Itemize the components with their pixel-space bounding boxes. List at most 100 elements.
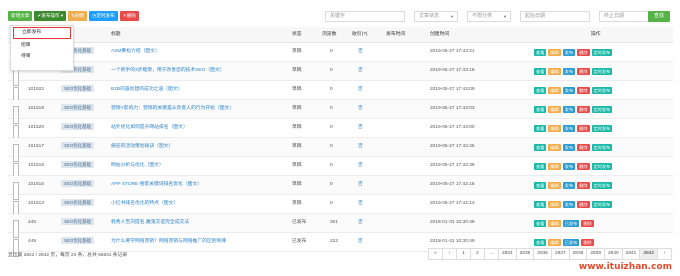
row-action-button[interactable]: 编辑 <box>548 105 561 113</box>
row-action-button[interactable]: 编辑 <box>548 238 561 246</box>
page-link[interactable]: › <box>657 248 672 260</box>
page-link[interactable]: 2 <box>469 248 485 260</box>
row-action-button[interactable]: 发布 <box>562 162 576 170</box>
row-action-button[interactable]: 删除 <box>577 86 590 94</box>
page-link[interactable]: 2836 <box>533 248 552 260</box>
row-action-button[interactable]: 定时发布 <box>591 124 613 132</box>
page-link[interactable]: 2838 <box>568 248 588 260</box>
row-action-button[interactable]: 删除 <box>577 143 590 151</box>
menu-item-publish-now[interactable]: 立即发布 <box>13 27 71 39</box>
page-link[interactable]: 2835 <box>515 248 535 260</box>
row-action-button[interactable]: 定时发布 <box>591 143 613 151</box>
article-title-link[interactable]: 站外优化如何提升网站排名（图文） <box>111 119 188 137</box>
page-link[interactable]: « <box>427 248 443 260</box>
row-action-button[interactable]: 删除 <box>577 200 590 208</box>
row-action-button[interactable]: 删除 <box>577 48 590 56</box>
page-link[interactable]: 2842 <box>639 248 658 260</box>
row-action-button[interactable]: 发布 <box>562 181 576 189</box>
row-action-button[interactable]: 查看 <box>534 124 547 132</box>
row-action-button[interactable]: 定时发布 <box>591 200 613 208</box>
row-action-button[interactable]: 定时发布 <box>591 86 613 94</box>
row-action-button[interactable]: 删除 <box>581 238 594 246</box>
row-action-button[interactable]: 发布 <box>562 143 576 151</box>
row-action-button[interactable]: 查看 <box>534 219 547 227</box>
article-indexed[interactable]: 否 <box>358 43 363 61</box>
row-action-button[interactable]: 编辑 <box>548 200 561 208</box>
article-title-link[interactable]: 营销Y影响力：营销的关键是从改变人的行为开始（图文） <box>111 100 234 118</box>
row-action-button[interactable]: 编辑 <box>548 219 561 227</box>
start-date-input[interactable]: 起始日期 <box>520 11 590 22</box>
article-indexed[interactable]: 否 <box>358 157 363 175</box>
delete-button[interactable]: ✕删除 <box>119 11 139 21</box>
row-action-button[interactable]: 编辑 <box>548 162 561 170</box>
page-link[interactable]: 2841 <box>621 248 641 260</box>
page-link[interactable]: 2839 <box>586 248 605 260</box>
row-action-button[interactable]: 删除 <box>577 124 590 132</box>
page-link[interactable]: ‹ <box>441 248 457 260</box>
row-action-button[interactable]: 发布 <box>562 67 576 75</box>
row-action-button[interactable]: 查看 <box>534 48 547 56</box>
row-action-button[interactable]: 查看 <box>534 67 547 75</box>
row-action-button[interactable]: 查看 <box>534 238 547 246</box>
article-indexed[interactable]: 否 <box>358 138 363 156</box>
article-indexed[interactable]: 否 <box>358 119 363 137</box>
menu-item-review[interactable]: 招审 <box>11 40 73 51</box>
row-action-button[interactable]: 发布 <box>562 124 576 132</box>
row-action-button[interactable]: 编辑 <box>548 181 561 189</box>
row-action-button[interactable]: 删除 <box>577 181 590 189</box>
page-link[interactable]: 1 <box>455 248 471 260</box>
article-title-link[interactable]: 痛狂的活动策划秘诀（图文） <box>111 138 173 156</box>
row-action-button[interactable]: 查看 <box>534 162 547 170</box>
article-indexed[interactable]: 否 <box>358 81 363 99</box>
article-title-link[interactable]: B2B内容创建的成功之道（图文） <box>111 81 182 99</box>
row-action-button[interactable]: 编辑 <box>548 143 561 151</box>
article-indexed[interactable]: 否 <box>358 195 363 213</box>
row-action-button[interactable]: 定时发布 <box>591 67 613 75</box>
page-link[interactable]: 2834 <box>497 248 517 260</box>
row-action-button[interactable]: 已发布 <box>562 219 580 227</box>
row-action-button[interactable]: 查看 <box>534 181 547 189</box>
row-action-button[interactable]: 发布 <box>562 105 576 113</box>
article-title-link[interactable]: 小红书排名优化的特点（图文） <box>111 195 178 213</box>
article-indexed[interactable]: 否 <box>358 62 363 80</box>
status-select[interactable]: 文章状态 ▼ <box>414 11 458 22</box>
article-indexed[interactable]: 否 <box>358 214 363 232</box>
row-action-button[interactable]: 删除 <box>577 162 590 170</box>
search-button[interactable]: 查找 <box>648 11 670 22</box>
publish-action-button[interactable]: ✔发布操作 ▾ <box>34 11 67 21</box>
article-indexed[interactable]: 否 <box>358 100 363 118</box>
article-title-link[interactable]: 网站分析与优化（图文） <box>111 157 164 175</box>
timed-publish-button[interactable]: ◷定时发布 <box>89 11 118 21</box>
article-title-link[interactable]: APP STORE 搜索关键词排名优化（图文） <box>111 176 202 194</box>
article-title-link[interactable]: 耗秀人告刘提名,魔鬼交谊完全成交法 <box>111 214 189 232</box>
row-action-button[interactable]: 发布 <box>562 86 576 94</box>
row-action-button[interactable]: 定时发布 <box>591 105 613 113</box>
row-action-button[interactable]: 编辑 <box>548 124 561 132</box>
article-title-link[interactable]: 为什么要学网络营销？网络营销与网络推广的区别到哪 <box>111 233 226 251</box>
menu-item-pending[interactable]: 待审 <box>11 51 73 62</box>
refresh-button[interactable]: ↻刷新 <box>68 11 88 21</box>
article-title-link[interactable]: 一个新手的3步框架，用于改善您的技术SEO（图文） <box>111 62 225 80</box>
page-link[interactable]: 2840 <box>603 248 623 260</box>
article-title-link[interactable]: ASM黄松介绍（图文） <box>111 43 160 61</box>
row-action-button[interactable]: 删除 <box>577 67 590 75</box>
article-indexed[interactable]: 否 <box>358 176 363 194</box>
row-action-button[interactable]: 发布 <box>562 200 576 208</box>
row-action-button[interactable]: 查看 <box>534 105 547 113</box>
keyword-input[interactable]: 关键字 <box>325 11 405 22</box>
row-action-button[interactable]: 已发布 <box>562 238 580 246</box>
row-action-button[interactable]: 定时发布 <box>591 48 613 56</box>
row-action-button[interactable]: 查看 <box>534 200 547 208</box>
row-action-button[interactable]: 删除 <box>577 105 590 113</box>
row-action-button[interactable]: 定时发布 <box>591 162 613 170</box>
row-action-button[interactable]: 编辑 <box>548 48 561 56</box>
row-action-button[interactable]: 编辑 <box>548 86 561 94</box>
row-action-button[interactable]: 发布 <box>562 48 576 56</box>
row-action-button[interactable]: 定时发布 <box>591 181 613 189</box>
row-action-button[interactable]: 查看 <box>534 86 547 94</box>
row-action-button[interactable]: 删除 <box>581 219 594 227</box>
row-action-button[interactable]: 查看 <box>534 143 547 151</box>
page-link[interactable]: 2837 <box>550 248 570 260</box>
category-select[interactable]: 不限分类 ▼ <box>467 11 511 22</box>
new-article-button[interactable]: 新增文章 <box>8 11 33 21</box>
